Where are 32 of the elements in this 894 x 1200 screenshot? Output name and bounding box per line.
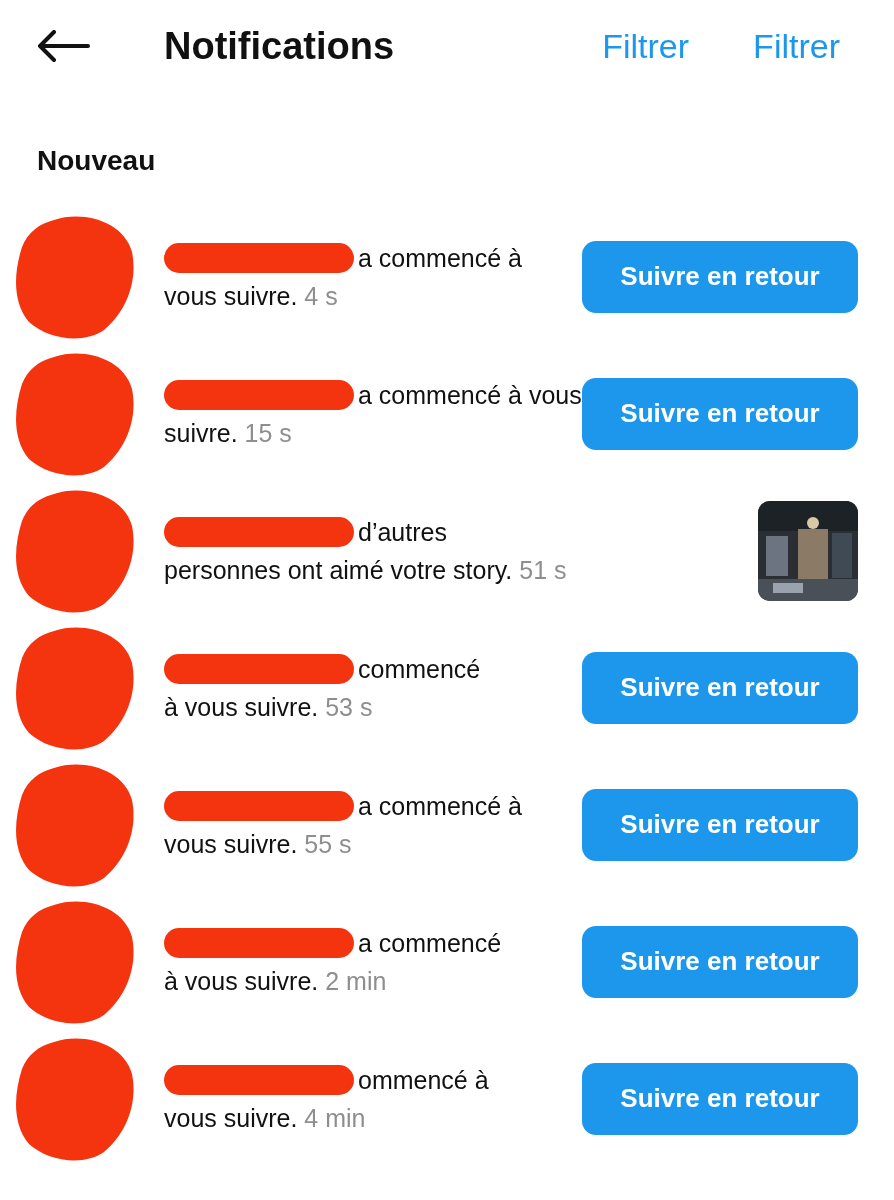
notification-text: ommencé à — [358, 1064, 489, 1096]
notification-text: d’autres — [358, 516, 447, 548]
timestamp: 4 min — [304, 1103, 366, 1132]
timestamp: 15 s — [244, 418, 292, 447]
timestamp: 53 s — [325, 692, 373, 721]
follow-back-button[interactable]: Suivre en retour — [582, 788, 858, 861]
notification-text: vous suivre. — [164, 1103, 298, 1132]
notification-text: à vous suivre. — [164, 692, 319, 721]
notification-text: a commencé — [358, 927, 502, 959]
notification-text: suivre. — [164, 418, 238, 447]
notification-text: commencé — [358, 653, 481, 685]
timestamp: 2 min — [325, 966, 387, 995]
notification-text: vous suivre. — [164, 281, 298, 310]
notification-text: a commencé à — [358, 242, 522, 274]
screen-title: Notifications — [164, 23, 395, 69]
timestamp: 4 s — [304, 281, 338, 310]
section-heading: Nouveau — [37, 144, 156, 178]
back-arrow-icon[interactable] — [36, 30, 90, 62]
follow-back-button[interactable]: Suivre en retour — [582, 240, 858, 313]
notification-text: a commencé à vous — [358, 379, 582, 411]
follow-back-button[interactable]: Suivre en retour — [582, 377, 858, 450]
notification-text: à vous suivre. — [164, 966, 319, 995]
filter-link[interactable]: Filtrer — [602, 20, 690, 72]
notification-text: vous suivre. — [164, 829, 298, 858]
follow-back-button[interactable]: Suivre en retour — [582, 1062, 858, 1135]
filter-link[interactable]: Filtrer — [753, 20, 840, 72]
notification-text: a commencé à — [358, 790, 522, 822]
follow-back-button[interactable]: Suivre en retour — [582, 925, 858, 998]
timestamp: 55 s — [304, 829, 352, 858]
follow-back-button[interactable]: Suivre en retour — [582, 651, 858, 724]
notification-text: personnes ont aimé votre story. — [164, 555, 513, 584]
timestamp: 51 s — [519, 555, 567, 584]
